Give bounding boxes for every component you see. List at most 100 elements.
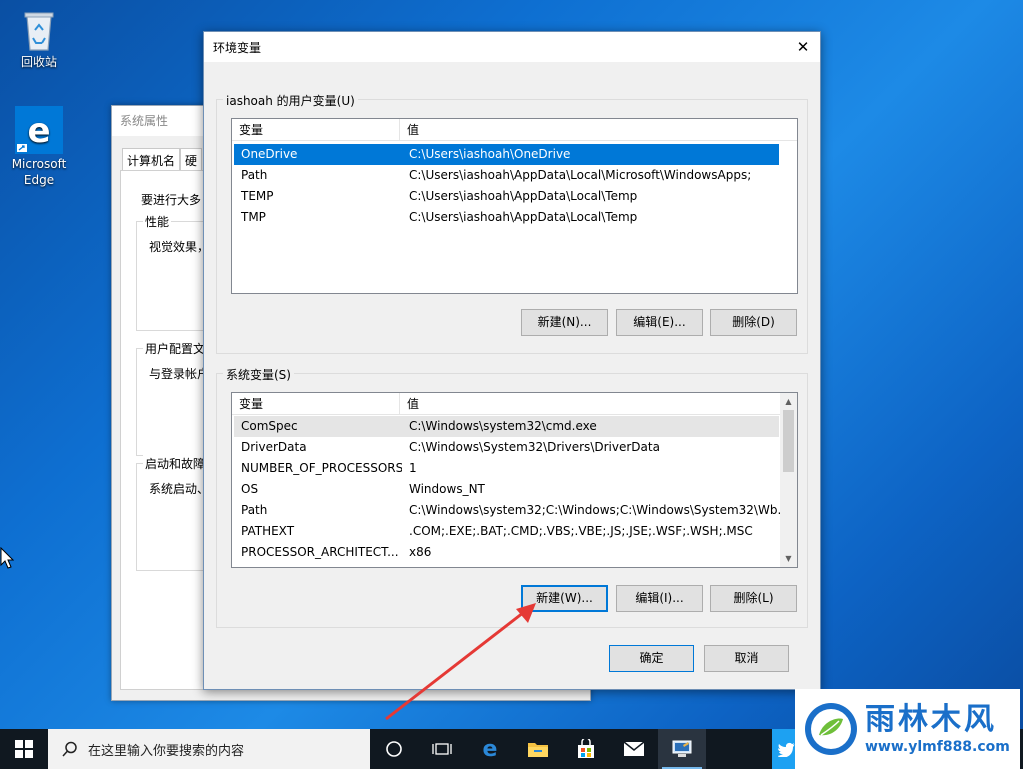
intro-text: 要进行大多 xyxy=(141,193,202,207)
group-title: 启动和故障 xyxy=(143,455,208,472)
system-variables-legend: 系统变量(S) xyxy=(223,366,294,383)
task-view-icon xyxy=(432,743,452,755)
variable-name: Path xyxy=(241,168,268,182)
variable-value: C:\Users\iashoah\OneDrive xyxy=(409,147,571,161)
file-explorer-icon xyxy=(528,743,548,757)
taskbar-system-properties[interactable] xyxy=(658,729,706,769)
column-header-value[interactable]: 值 xyxy=(400,393,419,414)
system-variables-list[interactable]: 变量 值 ComSpec C:\Windows\system32\cmd.exe… xyxy=(231,392,798,568)
taskbar-search-box[interactable]: 在这里输入你要搜索的内容 xyxy=(48,729,370,769)
variable-value: C:\Windows\System32\Drivers\DriverData xyxy=(409,440,660,454)
list-item[interactable]: DriverData C:\Windows\System32\Drivers\D… xyxy=(234,437,797,458)
annotation-arrow xyxy=(385,603,536,721)
list-item[interactable]: OneDrive C:\Users\iashoah\OneDrive xyxy=(234,144,779,165)
list-item[interactable]: ComSpec C:\Windows\system32\cmd.exe xyxy=(234,416,779,437)
tab-hardware[interactable]: 硬 xyxy=(180,148,203,172)
vertical-scrollbar[interactable]: ▲ ▼ xyxy=(780,393,797,567)
variable-name: TMP xyxy=(241,210,266,224)
user-new-button[interactable]: 新建(N)... xyxy=(521,309,608,336)
group-text: 与登录帐户 xyxy=(149,367,210,381)
list-header: 变量 值 xyxy=(232,119,797,141)
bird-icon xyxy=(778,742,795,757)
taskbar-file-explorer[interactable] xyxy=(514,729,562,769)
group-title: 用户配置文 xyxy=(143,340,208,357)
variable-value: x86 xyxy=(409,545,432,559)
variable-name: TEMP xyxy=(241,189,274,203)
column-header-value[interactable]: 值 xyxy=(400,119,419,140)
close-icon[interactable]: ✕ xyxy=(792,36,814,58)
variable-value: C:\Users\iashoah\AppData\Local\Temp xyxy=(409,189,638,203)
variable-name: PROCESSOR_ARCHITECT... xyxy=(241,545,399,559)
tab-strip: 计算机名 硬 xyxy=(122,148,203,172)
user-variables-group: iashoah 的用户变量(U) 变量 值 OneDrive C:\Users\… xyxy=(216,92,808,354)
scrollbar-thumb[interactable] xyxy=(783,410,794,472)
task-view-button[interactable] xyxy=(370,729,418,769)
list-item[interactable]: TEMP C:\Users\iashoah\AppData\Local\Temp xyxy=(234,186,797,207)
mail-icon xyxy=(623,741,645,756)
desktop-icon-edge[interactable]: e Microsoft Edge xyxy=(4,106,74,188)
start-button[interactable] xyxy=(0,729,48,769)
group-title: 性能 xyxy=(143,213,172,230)
taskbar-store[interactable] xyxy=(562,729,610,769)
variable-name: ComSpec xyxy=(241,419,298,433)
variable-name: NUMBER_OF_PROCESSORS xyxy=(241,461,402,475)
user-edit-button[interactable]: 编辑(E)... xyxy=(616,309,703,336)
store-icon xyxy=(578,739,594,758)
list-item[interactable]: Path C:\Windows\system32;C:\Windows;C:\W… xyxy=(234,500,797,521)
taskbar-mail[interactable] xyxy=(610,729,658,769)
recycle-bin-icon xyxy=(19,8,59,52)
list-item[interactable]: NUMBER_OF_PROCESSORS 1 xyxy=(234,458,797,479)
watermark-logo: 雨林木风 www.ylmf888.com xyxy=(795,689,1020,769)
list-item[interactable]: Path C:\Users\iashoah\AppData\Local\Micr… xyxy=(234,165,797,186)
variable-name: OS xyxy=(241,482,259,496)
windows-logo-icon xyxy=(15,740,33,758)
svg-text:e: e xyxy=(27,111,50,151)
variable-value: C:\Users\iashoah\AppData\Local\Microsoft… xyxy=(409,168,752,182)
ok-button[interactable]: 确定 xyxy=(609,645,694,672)
column-header-variable[interactable]: 变量 xyxy=(232,393,400,414)
environment-variables-dialog: 环境变量 ✕ iashoah 的用户变量(U) 变量 值 OneDrive C:… xyxy=(203,31,821,690)
list-item[interactable]: PATHEXT .COM;.EXE;.BAT;.CMD;.VBS;.VBE;.J… xyxy=(234,521,797,542)
tab-computer-name[interactable]: 计算机名 xyxy=(122,148,181,172)
scroll-down-icon[interactable]: ▼ xyxy=(780,550,797,567)
variable-name: OneDrive xyxy=(241,147,298,161)
list-item[interactable]: OS Windows_NT xyxy=(234,479,797,500)
edge-icon: e xyxy=(15,106,63,154)
list-item[interactable]: PROCESSOR_ARCHITECT... x86 xyxy=(234,542,797,563)
scroll-up-icon[interactable]: ▲ xyxy=(780,393,797,410)
list-header: 变量 值 xyxy=(232,393,797,415)
variable-value: C:\Users\iashoah\AppData\Local\Temp xyxy=(409,210,638,224)
leaf-logo-icon xyxy=(805,703,857,755)
system-edit-button[interactable]: 编辑(I)... xyxy=(616,585,703,612)
variable-value: C:\Windows\system32\cmd.exe xyxy=(409,419,597,433)
variable-name: DriverData xyxy=(241,440,307,454)
watermark-title: 雨林木风 xyxy=(865,702,997,737)
variable-value: C:\Windows\system32;C:\Windows;C:\Window… xyxy=(409,503,789,517)
system-delete-button[interactable]: 删除(L) xyxy=(710,585,797,612)
svg-text:e: e xyxy=(483,738,498,760)
variable-name: PATHEXT xyxy=(241,524,295,538)
user-variables-list[interactable]: 变量 值 OneDrive C:\Users\iashoah\OneDrive … xyxy=(231,118,798,294)
user-delete-button[interactable]: 删除(D) xyxy=(710,309,797,336)
desktop-icon-recycle-bin[interactable]: 回收站 xyxy=(4,8,74,70)
system-properties-icon xyxy=(672,740,692,757)
taskbar-edge[interactable]: e xyxy=(466,729,514,769)
watermark-url: www.ylmf888.com xyxy=(865,739,1010,755)
edge-icon: e xyxy=(483,738,498,760)
variable-value: .COM;.EXE;.BAT;.CMD;.VBS;.VBE;.JS;.JSE;.… xyxy=(409,524,753,538)
desktop-icon-label: Microsoft Edge xyxy=(11,157,67,187)
system-variables-group: 系统变量(S) 变量 值 ComSpec C:\Windows\system32… xyxy=(216,366,808,628)
group-text: 系统启动、 xyxy=(149,482,210,496)
variable-value: Windows_NT xyxy=(409,482,485,496)
task-view-button-2[interactable] xyxy=(418,729,466,769)
user-variables-legend: iashoah 的用户变量(U) xyxy=(223,92,358,109)
variable-value: 1 xyxy=(409,461,417,475)
search-icon xyxy=(62,741,77,757)
cancel-button[interactable]: 取消 xyxy=(704,645,789,672)
mouse-cursor-icon xyxy=(0,547,14,569)
column-header-variable[interactable]: 变量 xyxy=(232,119,400,140)
desktop-icon-label: 回收站 xyxy=(20,55,57,69)
group-text: 视觉效果， xyxy=(149,240,210,254)
cortana-icon xyxy=(386,741,402,757)
list-item[interactable]: TMP C:\Users\iashoah\AppData\Local\Temp xyxy=(234,207,797,228)
